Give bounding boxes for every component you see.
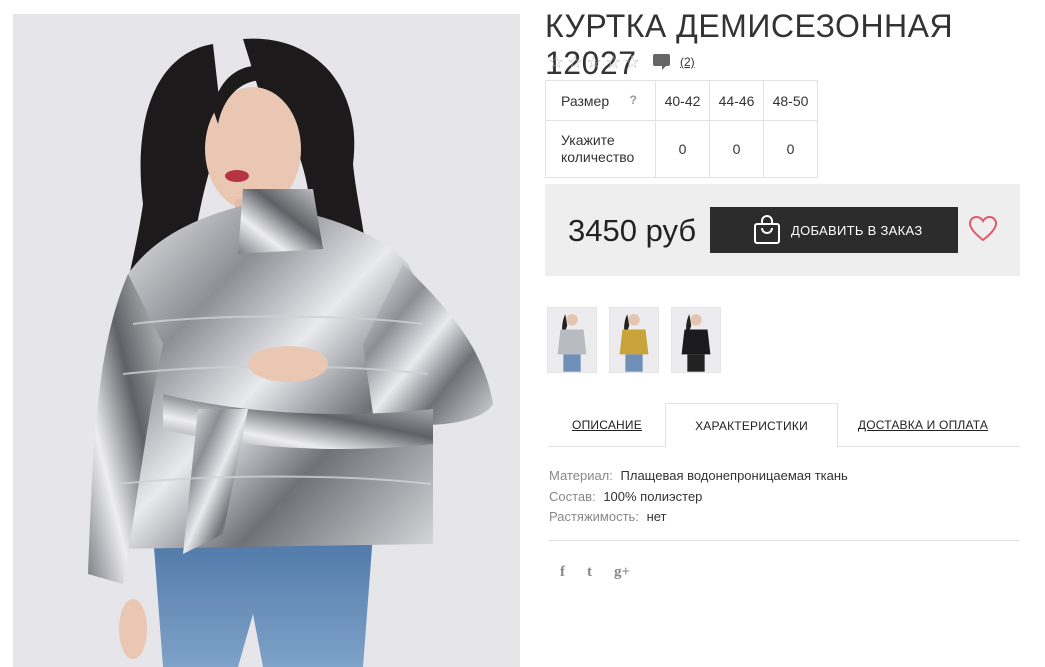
quantity-input[interactable]: 0 <box>655 120 710 178</box>
tab-characteristics[interactable]: ХАРАКТЕРИСТИКИ <box>665 403 838 448</box>
thumbnail-black[interactable] <box>671 307 721 373</box>
spec-value: нет <box>646 509 667 524</box>
shopping-bag-icon <box>754 215 780 244</box>
tab-delivery-payment-label: ДОСТАВКА И ОПЛАТА <box>857 418 989 432</box>
spec-value: 100% полиэстер <box>603 488 703 504</box>
social-share: f t g+ <box>560 564 652 581</box>
thumbnail-silver[interactable] <box>547 307 597 373</box>
add-to-order-button[interactable]: ДОБАВИТЬ В ЗАКАЗ <box>710 207 958 253</box>
spec-value: Плащевая водонепроницаемая ткань <box>620 468 848 483</box>
facebook-icon[interactable]: f <box>560 564 565 581</box>
star-icon[interactable]: ☆ <box>586 53 605 71</box>
tab-delivery-payment[interactable]: ДОСТАВКА И ОПЛАТА <box>838 403 1008 447</box>
comment-icon[interactable] <box>653 54 670 70</box>
star-icon[interactable]: ☆ <box>624 53 643 71</box>
product-main-image[interactable] <box>13 14 520 667</box>
quantity-input[interactable]: 0 <box>763 120 818 178</box>
twitter-icon[interactable]: t <box>587 564 592 581</box>
size-help-icon[interactable]: ? <box>630 93 637 107</box>
quantity-label: Укажите количество <box>545 120 656 178</box>
thumbnail-gold-image <box>610 308 658 372</box>
tab-description-label: ОПИСАНИЕ <box>572 418 642 432</box>
size-table: Размер ? 40-42 44-46 48-50 Укажите колич… <box>545 80 818 178</box>
google-plus-icon[interactable]: g+ <box>614 564 630 581</box>
thumbnail-black-image <box>672 308 720 372</box>
quantity-input[interactable]: 0 <box>709 120 764 178</box>
buy-box: 3450 руб ДОБАВИТЬ В ЗАКАЗ <box>545 184 1020 276</box>
heart-icon[interactable] <box>968 214 998 244</box>
product-photo-illustration <box>13 14 520 667</box>
spec-row: Состав: 100% полиэстер <box>549 487 848 508</box>
price: 3450 руб <box>568 213 697 248</box>
size-header-cell: Размер ? <box>545 80 656 121</box>
add-to-order-label: ДОБАВИТЬ В ЗАКАЗ <box>791 222 923 238</box>
size-header-label: Размер <box>561 92 610 109</box>
size-column-header: 44-46 <box>709 80 764 121</box>
spec-row: Материал: Плащевая водонепроницаемая тка… <box>549 466 848 487</box>
thumbnail-strip <box>547 307 733 373</box>
size-column-header: 40-42 <box>655 80 710 121</box>
thumbnail-gold[interactable] <box>609 307 659 373</box>
spec-key: Состав: <box>549 488 596 504</box>
tab-characteristics-label: ХАРАКТЕРИСТИКИ <box>695 418 808 433</box>
divider <box>548 540 1020 541</box>
rating-stars[interactable]: ☆ ☆ ☆ ☆ ☆ <box>548 53 643 71</box>
star-icon[interactable]: ☆ <box>548 53 567 71</box>
specs-list: Материал: Плащевая водонепроницаемая тка… <box>549 466 848 528</box>
size-column-header: 48-50 <box>763 80 818 121</box>
star-icon[interactable]: ☆ <box>605 53 624 71</box>
reviews-count-link[interactable]: (2) <box>680 55 695 69</box>
star-icon[interactable]: ☆ <box>567 53 586 71</box>
thumbnail-silver-image <box>548 308 596 372</box>
info-tabs: ОПИСАНИЕ ХАРАКТЕРИСТИКИ ДОСТАВКА И ОПЛАТ… <box>548 403 1020 448</box>
spec-key: Растяжимость: <box>549 509 639 524</box>
tab-description[interactable]: ОПИСАНИЕ <box>548 403 666 447</box>
rating-row: ☆ ☆ ☆ ☆ ☆ (2) <box>548 52 695 72</box>
spec-row: Растяжимость: нет <box>549 507 848 528</box>
spec-key: Материал: <box>549 468 613 483</box>
